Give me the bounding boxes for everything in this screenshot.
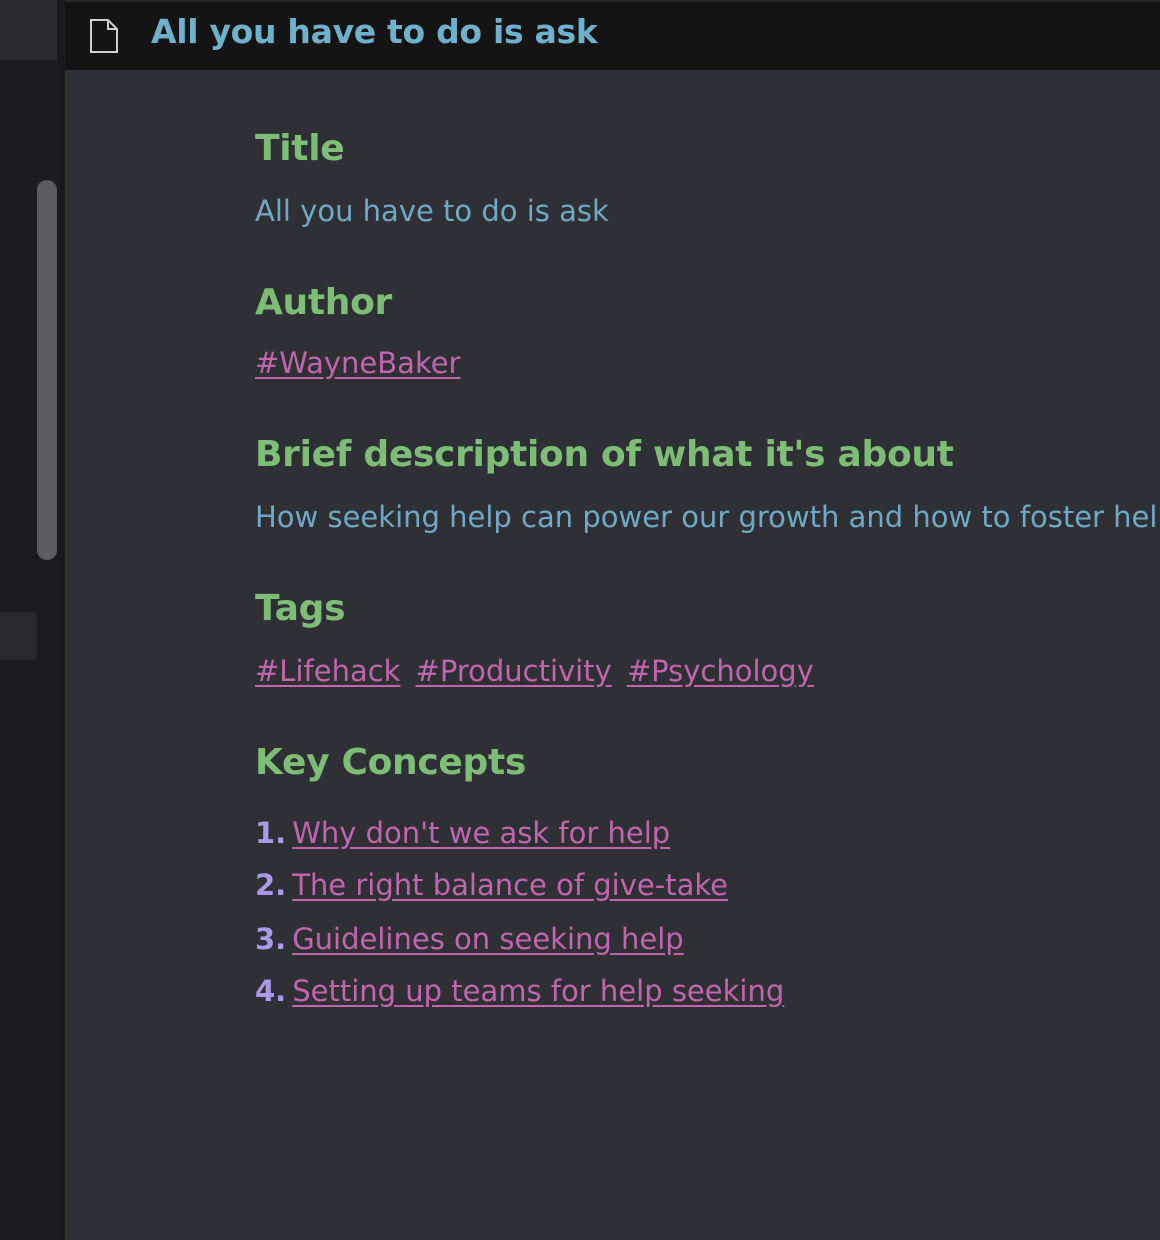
tag-link-lifehack[interactable]: #Lifehack	[255, 654, 400, 688]
concept-link[interactable]: The right balance of give-take	[292, 868, 728, 902]
sidebar-selected-item[interactable]	[0, 612, 37, 660]
title-value: All you have to do is ask	[255, 194, 609, 228]
description-text: How seeking help can power our growth an…	[255, 500, 1160, 534]
pane-divider[interactable]	[57, 0, 65, 1240]
list-number: 2.	[255, 868, 287, 902]
tag-link-productivity[interactable]: #Productivity	[416, 654, 612, 688]
description-heading: Brief description of what it's about	[255, 434, 954, 475]
list-number: 1.	[255, 816, 287, 850]
list-item: 1. Why don't we ask for help	[255, 816, 670, 850]
list-number: 4.	[255, 974, 287, 1008]
tag-link-psychology[interactable]: #Psychology	[627, 654, 814, 688]
tags-list: #Lifehack #Productivity #Psychology	[255, 654, 814, 688]
concept-link[interactable]: Guidelines on seeking help	[292, 922, 684, 956]
list-number: 3.	[255, 922, 287, 956]
concept-link[interactable]: Setting up teams for help seeking	[292, 974, 784, 1008]
sidebar-header	[0, 0, 57, 60]
list-item: 3. Guidelines on seeking help	[255, 922, 684, 956]
list-item: 2. The right balance of give-take	[255, 868, 728, 902]
key-concepts-heading: Key Concepts	[255, 742, 527, 783]
note-content: Title All you have to do is ask Author #…	[255, 0, 1160, 1240]
sidebar-scrollbar[interactable]	[37, 180, 57, 560]
document-icon	[89, 18, 119, 54]
tags-heading: Tags	[255, 588, 346, 629]
title-heading: Title	[255, 128, 345, 169]
concept-link[interactable]: Why don't we ask for help	[292, 816, 670, 850]
author-heading: Author	[255, 282, 393, 323]
author-tag-link[interactable]: #WayneBaker	[255, 346, 460, 380]
list-item: 4. Setting up teams for help seeking	[255, 974, 784, 1008]
sidebar	[0, 0, 57, 1240]
